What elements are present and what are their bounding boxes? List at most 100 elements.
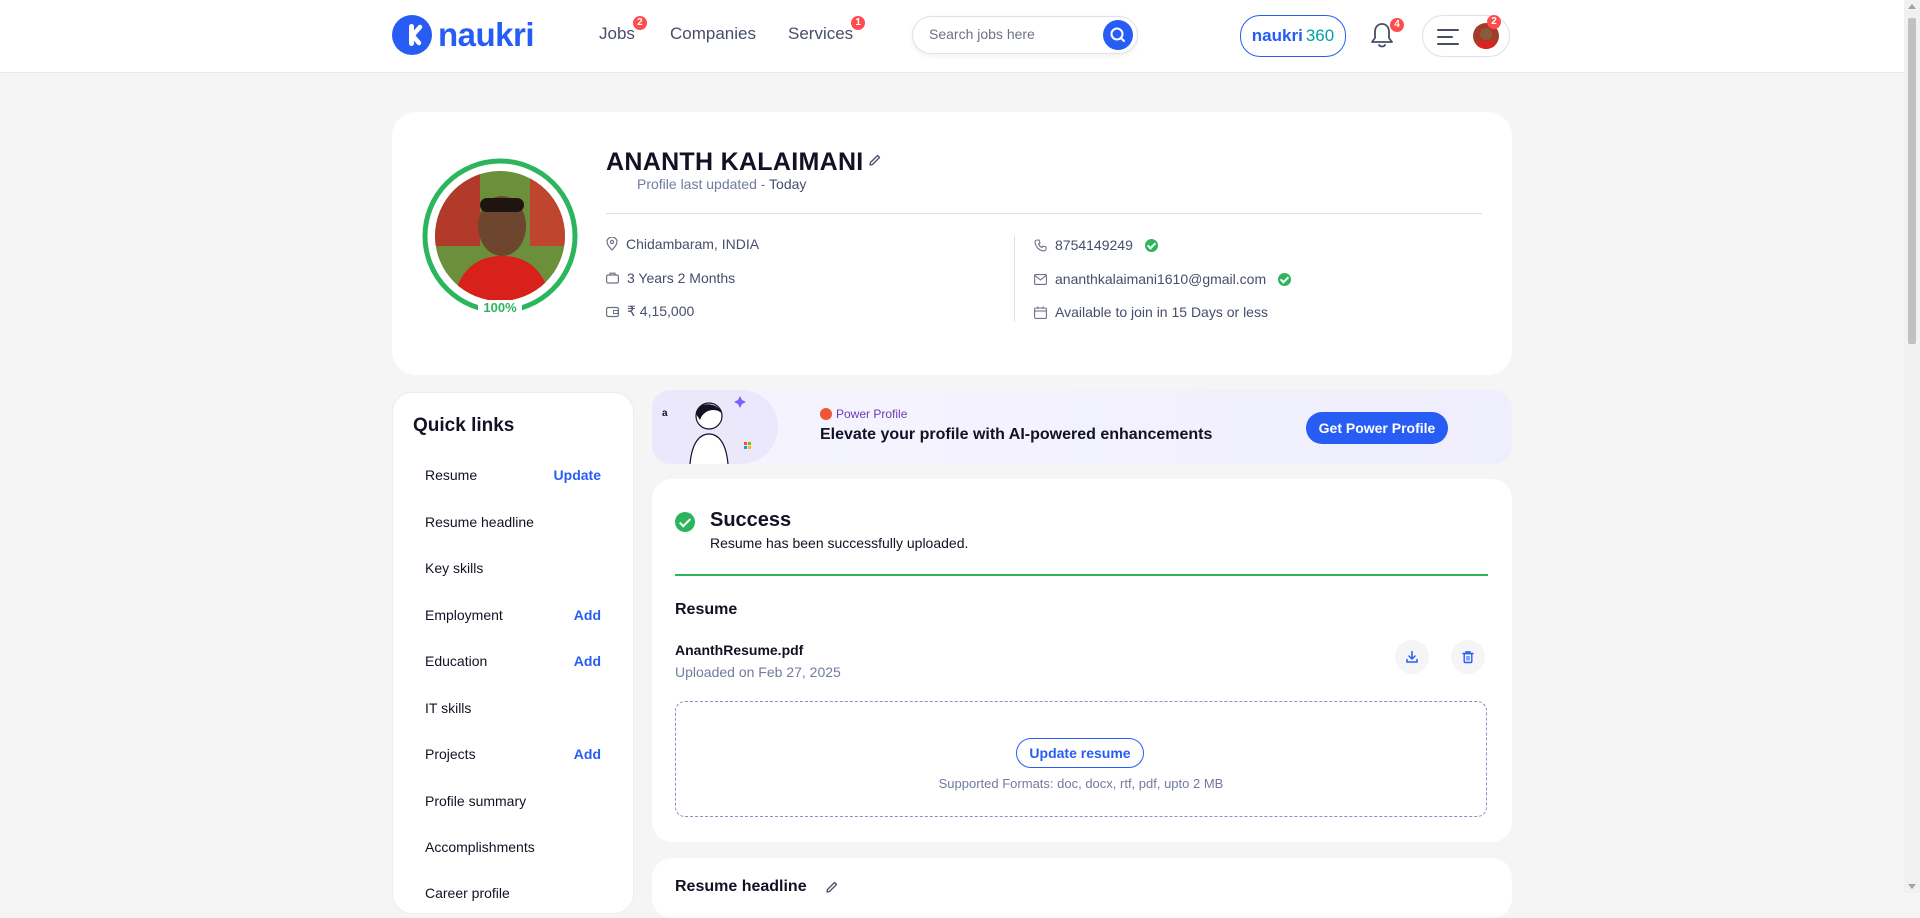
page-scrollbar[interactable]	[1904, 0, 1920, 893]
experience-info: 3 Years 2 Months	[606, 270, 735, 286]
resume-upload-date: Uploaded on Feb 27, 2025	[675, 664, 841, 680]
experience-text: 3 Years 2 Months	[627, 270, 736, 286]
search-button[interactable]	[1103, 20, 1133, 50]
success-title: Success	[710, 509, 792, 531]
resume-card: Success Resume has been successfully upl…	[652, 479, 1512, 842]
supported-formats: Supported Formats: doc, docx, rtf, pdf, …	[938, 776, 1224, 791]
email-info: ananthkalaimani1610@gmail.com	[1034, 271, 1292, 287]
updated-label: Profile last updated -	[637, 176, 770, 192]
quick-link-key-skills[interactable]: Key skills	[425, 560, 601, 576]
search-input[interactable]	[927, 25, 1091, 43]
power-profile-illustration: a	[652, 390, 778, 464]
search-bar[interactable]	[912, 16, 1138, 54]
user-menu-button[interactable]: 2	[1422, 15, 1510, 57]
updated-value: Today	[769, 176, 807, 192]
success-check-icon	[675, 512, 695, 532]
divider	[1014, 236, 1015, 322]
success-message: Resume has been successfully uploaded.	[710, 535, 969, 551]
delete-icon	[1462, 651, 1474, 664]
success-divider	[675, 574, 1488, 576]
nav-services[interactable]: Services 1	[788, 16, 866, 44]
quick-link-career-profile[interactable]: Career profile	[425, 885, 601, 901]
profile-name: ANANTH KALAIMANI	[606, 148, 864, 176]
resume-headline-text: Resume headline	[675, 878, 807, 895]
quick-link-label: Accomplishments	[425, 839, 535, 855]
quick-link-accomplishments[interactable]: Accomplishments	[425, 839, 601, 855]
email-text: ananthkalaimani1610@gmail.com	[1055, 271, 1267, 287]
scroll-down-arrow[interactable]	[1908, 884, 1916, 889]
quick-link-profile-summary[interactable]: Profile summary	[425, 793, 601, 809]
quick-link-action[interactable]: Add	[574, 746, 601, 762]
resume-section-title: Resume	[675, 601, 738, 618]
nav-jobs[interactable]: Jobs 2	[599, 16, 647, 44]
quick-link-projects[interactable]: Projects Add	[425, 746, 601, 762]
quick-link-it-skills[interactable]: IT skills	[425, 700, 601, 716]
download-icon	[1406, 650, 1418, 663]
power-profile-banner: a Power Profile Elevate your profile wit…	[652, 390, 1512, 464]
notice-text: Available to join in 15 Days or less	[1055, 304, 1268, 320]
quick-link-label: Career profile	[425, 885, 510, 901]
nav-jobs-label: Jobs	[599, 24, 635, 43]
calendar-icon	[1034, 306, 1047, 319]
nav-companies-label: Companies	[670, 24, 756, 43]
salary-info: ₹ 4,15,000	[606, 303, 694, 320]
naukri-logo-icon	[392, 15, 432, 55]
quick-link-label: IT skills	[425, 700, 472, 716]
profile-completion-percent: 100%	[478, 300, 522, 315]
quick-link-action[interactable]: Add	[574, 653, 601, 669]
download-resume-button[interactable]	[1395, 640, 1429, 674]
quick-link-employment[interactable]: Employment Add	[425, 607, 601, 623]
naukri360-number: 360	[1305, 26, 1335, 45]
quick-link-resume-headline[interactable]: Resume headline	[425, 514, 601, 530]
menu-badge: 2	[1487, 15, 1501, 29]
edit-name-button[interactable]	[868, 153, 882, 172]
resume-dropzone[interactable]: Update resume Supported Formats: doc, do…	[675, 701, 1487, 817]
notifications-button[interactable]: 4	[1368, 18, 1404, 50]
profile-photo[interactable]: 100%	[420, 156, 580, 316]
nav-services-label: Services	[788, 24, 854, 43]
quick-link-label: Key skills	[425, 560, 484, 576]
phone-verified-icon	[1144, 238, 1158, 252]
hamburger-icon	[1437, 29, 1459, 50]
quick-link-action[interactable]: Add	[574, 607, 601, 623]
phone-icon	[1034, 238, 1047, 252]
notifications-badge: 4	[1390, 18, 1404, 32]
naukri360-text: naukri	[1251, 26, 1303, 45]
edit-icon	[869, 154, 881, 166]
logo-text: naukri	[438, 16, 535, 53]
delete-resume-button[interactable]	[1451, 640, 1485, 674]
resume-headline-title: Resume headline	[675, 878, 839, 896]
scroll-thumb[interactable]	[1908, 18, 1916, 344]
jobs-badge: 2	[632, 16, 647, 30]
location-info: Chidambaram, INDIA	[606, 236, 759, 252]
power-profile-tag: Power Profile	[820, 407, 907, 421]
location-icon	[606, 237, 618, 251]
naukri-logo[interactable]: naukri	[392, 15, 535, 55]
resume-file-name[interactable]: AnanthResume.pdf	[675, 642, 803, 658]
naukri360-button[interactable]: naukri 360	[1240, 15, 1346, 57]
quick-link-resume[interactable]: Resume Update	[425, 467, 601, 483]
quick-link-action[interactable]: Update	[554, 467, 601, 483]
divider	[606, 213, 1482, 214]
power-profile-icon	[820, 408, 832, 420]
get-power-profile-button[interactable]: Get Power Profile	[1306, 412, 1448, 444]
mail-icon	[1034, 273, 1047, 285]
briefcase-icon	[606, 272, 619, 284]
profile-updated: Profile last updated - Today	[637, 176, 806, 192]
nav-companies[interactable]: Companies	[670, 24, 756, 44]
quick-link-label: Education	[425, 653, 488, 669]
quick-links-title: Quick links	[413, 415, 515, 436]
quick-link-label: Resume headline	[425, 514, 534, 530]
resume-headline-card: Resume headline	[652, 858, 1512, 918]
update-resume-button[interactable]: Update resume	[1016, 738, 1144, 768]
scroll-up-arrow[interactable]	[1908, 4, 1916, 9]
services-badge: 1	[851, 16, 866, 30]
phone-text: 8754149249	[1055, 237, 1133, 253]
power-profile-tag-text: Power Profile	[836, 407, 908, 421]
edit-icon[interactable]	[825, 880, 839, 894]
profile-card: 100% ANANTH KALAIMANI Profile last updat…	[392, 112, 1512, 375]
quick-link-education[interactable]: Education Add	[425, 653, 601, 669]
quick-link-label: Projects	[425, 746, 476, 762]
location-text: Chidambaram, INDIA	[626, 236, 760, 252]
phone-info: 8754149249	[1034, 237, 1158, 253]
